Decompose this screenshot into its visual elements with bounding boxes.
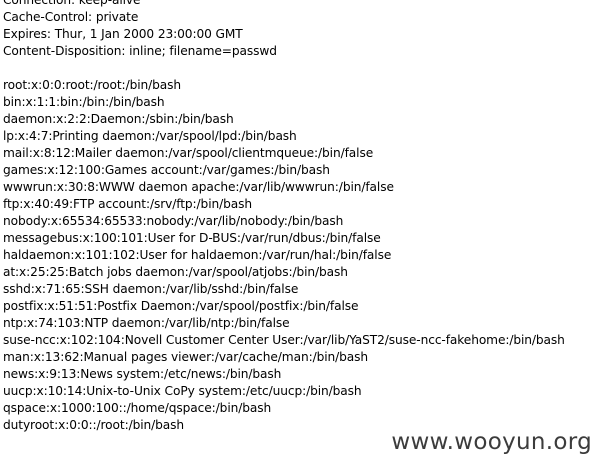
passwd-line: mail:x:8:12:Mailer daemon:/var/spool/cli… (3, 146, 374, 160)
passwd-line: haldaemon:x:101:102:User for haldaemon:/… (3, 248, 392, 262)
browser-viewport: Connection: keep-alive Cache-Control: pr… (0, 0, 601, 468)
passwd-line: sshd:x:71:65:SSH daemon:/var/lib/sshd:/b… (3, 282, 299, 296)
passwd-line: ntp:x:74:103:NTP daemon:/var/lib/ntp:/bi… (3, 316, 290, 330)
watermark: www.wooyun.org (391, 429, 592, 455)
passwd-line: news:x:9:13:News system:/etc/news:/bin/b… (3, 367, 282, 381)
header-line: Content-Disposition: inline; filename=pa… (3, 44, 277, 58)
header-line: Connection: keep-alive (3, 0, 141, 7)
passwd-line: nobody:x:65534:65533:nobody:/var/lib/nob… (3, 214, 344, 228)
passwd-line: lp:x:4:7:Printing daemon:/var/spool/lpd:… (3, 129, 297, 143)
passwd-line: root:x:0:0:root:/root:/bin/bash (3, 78, 182, 92)
passwd-line: uucp:x:10:14:Unix-to-Unix CoPy system:/e… (3, 384, 362, 398)
passwd-line: bin:x:1:1:bin:/bin:/bin/bash (3, 95, 165, 109)
passwd-line: postfix:x:51:51:Postfix Daemon:/var/spoo… (3, 299, 359, 313)
passwd-line: man:x:13:62:Manual pages viewer:/var/cac… (3, 350, 369, 364)
response-content: Connection: keep-alive Cache-Control: pr… (3, 0, 599, 434)
passwd-line: games:x:12:100:Games account:/var/games:… (3, 163, 330, 177)
passwd-line: ftp:x:40:49:FTP account:/srv/ftp:/bin/ba… (3, 197, 252, 211)
passwd-line: wwwrun:x:30:8:WWW daemon apache:/var/lib… (3, 180, 394, 194)
header-line: Expires: Thur, 1 Jan 2000 23:00:00 GMT (3, 27, 243, 41)
passwd-line: daemon:x:2:2:Daemon:/sbin:/bin/bash (3, 112, 234, 126)
passwd-line: suse-ncc:x:102:104:Novell Customer Cente… (3, 333, 565, 347)
passwd-line: qspace:x:1000:100::/home/qspace:/bin/bas… (3, 401, 272, 415)
header-line: Cache-Control: private (3, 10, 139, 24)
passwd-line: messagebus:x:100:101:User for D-BUS:/var… (3, 231, 381, 245)
passwd-line: at:x:25:25:Batch jobs daemon:/var/spool/… (3, 265, 348, 279)
